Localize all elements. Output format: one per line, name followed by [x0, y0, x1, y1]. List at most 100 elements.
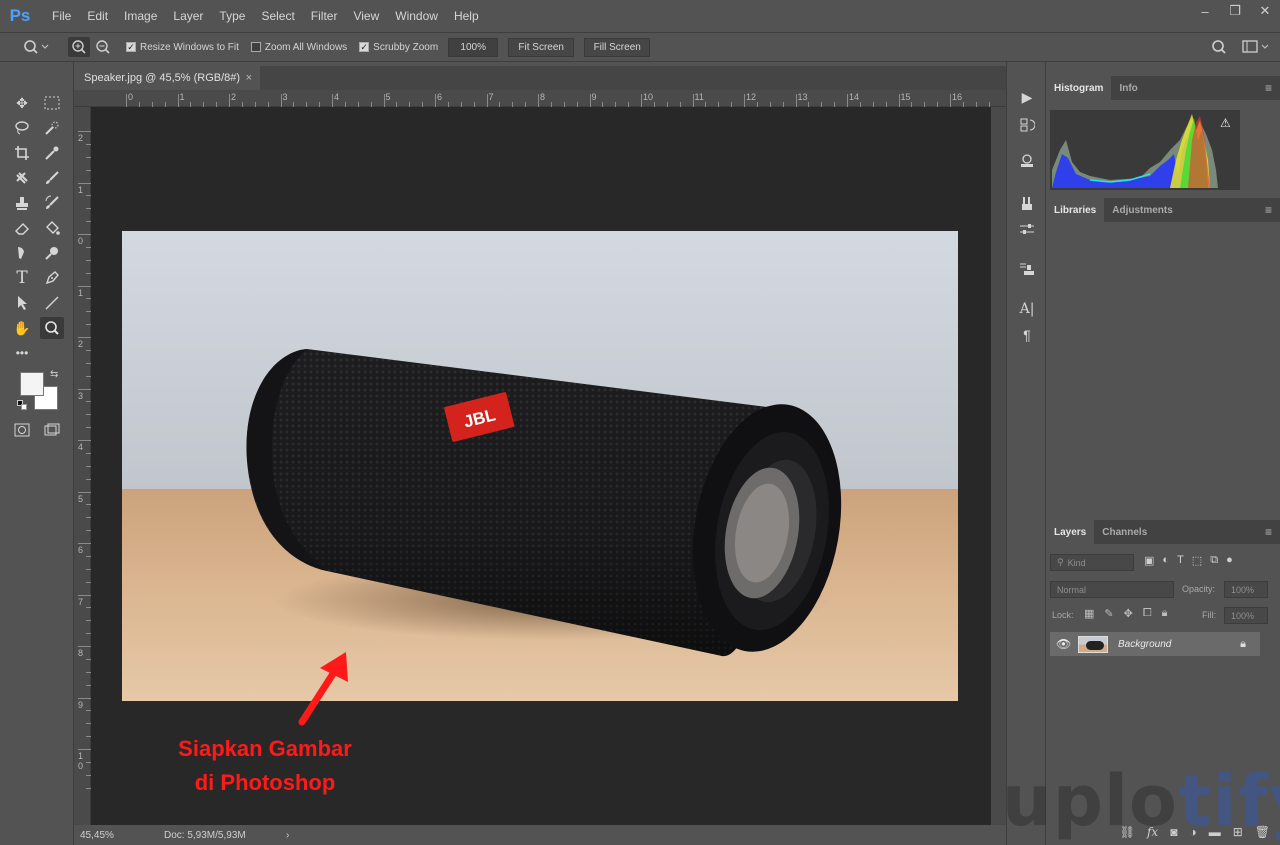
- zoom-tool-preset-icon[interactable]: [16, 37, 56, 57]
- pen-tool-icon[interactable]: [40, 267, 64, 289]
- type-layer-filter-icon[interactable]: T: [1177, 554, 1184, 571]
- eye-visibility-icon[interactable]: 👁︎: [1056, 637, 1071, 651]
- more-tools-icon[interactable]: •••: [10, 342, 34, 364]
- quick-mask-icon[interactable]: [10, 419, 34, 441]
- ruler-label: 5: [78, 493, 84, 504]
- status-menu-arrow[interactable]: ›: [286, 830, 289, 841]
- warning-icon[interactable]: ⚠: [1220, 116, 1231, 130]
- eraser-tool-icon[interactable]: [10, 217, 34, 239]
- history-icon[interactable]: [1015, 114, 1039, 136]
- zoom-in-icon[interactable]: [68, 37, 90, 57]
- shape-layer-filter-icon[interactable]: ⬚: [1192, 554, 1202, 571]
- adjustment-layer-filter-icon[interactable]: ◐: [1162, 554, 1169, 571]
- panel-menu-icon[interactable]: ≡: [1265, 76, 1272, 100]
- quick-selection-tool-icon[interactable]: [40, 117, 64, 139]
- histogram-panel-header: Histogram Info ≡: [1046, 76, 1280, 100]
- lock-position-icon[interactable]: ✥: [1124, 607, 1133, 620]
- lock-all-icon[interactable]: 🔒︎: [1162, 607, 1168, 620]
- tab-libraries[interactable]: Libraries: [1046, 198, 1105, 222]
- tab-histogram[interactable]: Histogram: [1046, 76, 1112, 100]
- tab-channels[interactable]: Channels: [1094, 520, 1155, 544]
- tab-adjustments[interactable]: Adjustments: [1104, 198, 1181, 222]
- paint-bucket-tool-icon[interactable]: [40, 217, 64, 239]
- clone-source-icon[interactable]: [1015, 258, 1039, 280]
- menu-type[interactable]: Type: [211, 0, 253, 32]
- type-tool-icon[interactable]: T: [10, 267, 34, 289]
- layer-name[interactable]: Background: [1118, 639, 1171, 650]
- panel-menu-icon[interactable]: ≡: [1265, 520, 1272, 544]
- lock-pixels-icon[interactable]: ✎: [1104, 607, 1113, 620]
- fit-screen-button[interactable]: Fit Screen: [508, 37, 575, 57]
- line-tool-icon[interactable]: [40, 292, 64, 314]
- layer-lock-icon[interactable]: 🔒︎: [1240, 638, 1246, 651]
- hand-tool-icon[interactable]: ✋: [10, 317, 34, 339]
- layer-kind-filter[interactable]: ⚲ Kind: [1050, 554, 1134, 571]
- resize-windows-checkbox[interactable]: ✓ Resize Windows to Fit: [126, 42, 239, 53]
- opacity-field[interactable]: 100%: [1224, 581, 1268, 598]
- zoom-level-readout[interactable]: 45,45%: [80, 830, 160, 841]
- menu-view[interactable]: View: [345, 0, 387, 32]
- move-tool-icon[interactable]: ✥: [10, 92, 34, 114]
- minimize-button[interactable]: –: [1190, 0, 1220, 22]
- zoom-percent-field[interactable]: 100%: [448, 37, 499, 57]
- filter-toggle-icon[interactable]: ●: [1226, 554, 1233, 571]
- fill-screen-button[interactable]: Fill Screen: [584, 37, 651, 57]
- lock-artboard-icon[interactable]: ⧠: [1143, 607, 1152, 620]
- brushes-icon[interactable]: [1015, 192, 1039, 214]
- menu-window[interactable]: Window: [387, 0, 446, 32]
- tab-info[interactable]: Info: [1111, 76, 1145, 100]
- tab-layers[interactable]: Layers: [1046, 520, 1095, 544]
- adjustment-sliders-icon[interactable]: [1015, 218, 1039, 240]
- foreground-color-swatch[interactable]: [20, 372, 44, 396]
- scrubby-zoom-checkbox[interactable]: ✓ Scrubby Zoom: [359, 42, 438, 53]
- properties-icon[interactable]: [1015, 150, 1039, 172]
- eyedropper-tool-icon[interactable]: [40, 142, 64, 164]
- healing-brush-tool-icon[interactable]: [10, 167, 34, 189]
- workspace-switcher-icon[interactable]: [1238, 37, 1274, 57]
- close-tab-icon[interactable]: ×: [246, 72, 252, 84]
- dodge-tool-icon[interactable]: [40, 242, 64, 264]
- document-tab[interactable]: Speaker.jpg @ 45,5% (RGB/8#) ×: [74, 66, 260, 90]
- search-icon[interactable]: [1208, 37, 1230, 57]
- pixel-layer-filter-icon[interactable]: ▣: [1144, 554, 1154, 571]
- swap-colors-icon[interactable]: ⇆: [50, 369, 58, 380]
- menu-select[interactable]: Select: [253, 0, 302, 32]
- restore-button[interactable]: ❐: [1220, 0, 1250, 22]
- character-panel-icon[interactable]: A|: [1015, 298, 1039, 320]
- history-brush-tool-icon[interactable]: [40, 192, 64, 214]
- ruler-label: 5: [385, 92, 391, 102]
- menu-layer[interactable]: Layer: [165, 0, 211, 32]
- menu-help[interactable]: Help: [446, 0, 487, 32]
- ruler-label: 8: [540, 92, 546, 102]
- paragraph-panel-icon[interactable]: ¶: [1015, 324, 1039, 346]
- zoom-tool-icon[interactable]: [40, 317, 64, 339]
- layer-row-background[interactable]: 👁︎ Background 🔒︎: [1050, 632, 1260, 656]
- ruler-label: 7: [488, 92, 494, 102]
- zoom-out-icon[interactable]: [92, 37, 114, 57]
- smart-object-filter-icon[interactable]: ⧉: [1210, 554, 1218, 571]
- menu-filter[interactable]: Filter: [303, 0, 346, 32]
- ruler-label: 16: [952, 92, 963, 102]
- lasso-tool-icon[interactable]: [10, 117, 34, 139]
- zoom-all-windows-checkbox[interactable]: Zoom All Windows: [250, 42, 347, 53]
- brush-tool-icon[interactable]: [40, 167, 64, 189]
- crop-tool-icon[interactable]: [10, 142, 34, 164]
- lock-transparency-icon[interactable]: ▦: [1084, 607, 1094, 620]
- menu-edit[interactable]: Edit: [79, 0, 116, 32]
- default-colors-icon[interactable]: [17, 400, 27, 410]
- blend-mode-select[interactable]: Normal: [1050, 581, 1174, 598]
- play-actions-icon[interactable]: ▶: [1015, 86, 1039, 108]
- annotation-arrow: [298, 652, 348, 726]
- menu-file[interactable]: File: [44, 0, 79, 32]
- path-selection-tool-icon[interactable]: [10, 292, 34, 314]
- fill-field[interactable]: 100%: [1224, 607, 1268, 624]
- menu-image[interactable]: Image: [116, 0, 165, 32]
- close-window-button[interactable]: ✕: [1250, 0, 1280, 22]
- checkmark-icon: ✓: [359, 41, 370, 52]
- marquee-tool-icon[interactable]: [40, 92, 64, 114]
- vertical-scrollbar[interactable]: [991, 107, 1006, 825]
- clone-stamp-tool-icon[interactable]: [10, 192, 34, 214]
- smudge-tool-icon[interactable]: [10, 242, 34, 264]
- panel-menu-icon[interactable]: ≡: [1265, 198, 1272, 222]
- screen-mode-icon[interactable]: [40, 419, 64, 441]
